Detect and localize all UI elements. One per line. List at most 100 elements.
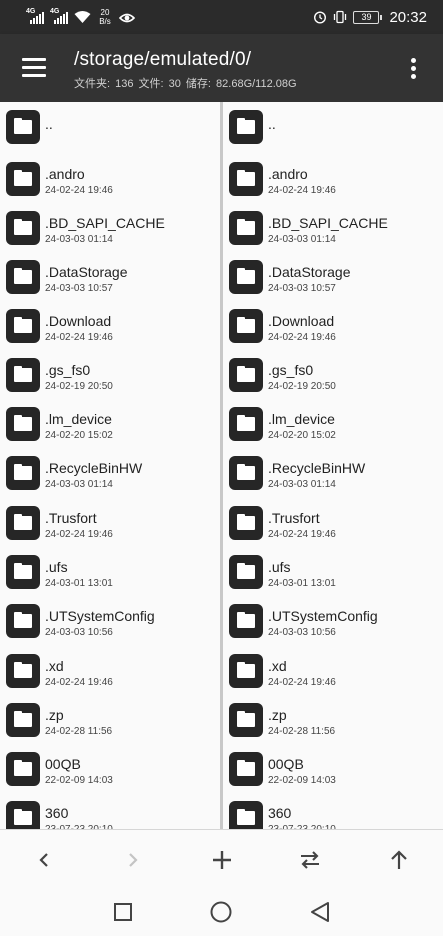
file-row[interactable]: .DataStorage 24-03-03 10:57 [0,252,220,301]
wifi-icon [74,10,91,24]
file-name: .. [45,116,53,132]
file-name: .ufs [45,559,68,575]
file-row[interactable]: .ufs 24-03-01 13:01 [223,547,443,596]
file-row[interactable]: .xd 24-02-24 19:46 [0,646,220,695]
file-name: .DataStorage [267,264,351,280]
file-name: .Trusfort [267,510,320,526]
file-row[interactable]: .zp 24-02-28 11:56 [223,695,443,744]
file-name: .Trusfort [45,510,97,526]
folder-icon [228,260,263,294]
file-row[interactable]: .RecycleBinHW 24-03-03 01:14 [0,448,220,497]
file-date: 24-02-24 19:46 [267,332,336,343]
file-date: 24-03-03 01:14 [45,479,113,490]
file-row[interactable]: .BD_SAPI_CACHE 24-03-03 01:14 [0,203,220,252]
file-row[interactable]: .gs_fs0 24-02-19 20:50 [0,350,220,399]
file-date: 24-02-20 15:02 [267,430,336,441]
file-row[interactable]: .lm_device 24-02-20 15:02 [0,399,220,448]
file-row[interactable]: .DataStorage 24-03-03 10:57 [223,252,443,301]
file-row[interactable]: .ufs 24-03-01 13:01 [0,547,220,596]
folder-icon [6,358,40,392]
bottom-toolbar [0,829,443,887]
home-button[interactable] [206,897,236,927]
current-path: /storage/emulated/0/ [74,49,252,70]
folder-icon [228,555,263,589]
file-row[interactable]: .andro 24-02-24 19:46 [0,154,220,203]
more-options-button[interactable] [405,56,423,80]
file-row[interactable]: .Trusfort 24-02-24 19:46 [0,498,220,547]
parent-folder-row[interactable]: .. [223,102,443,151]
file-date: 22-02-09 14:03 [45,775,113,786]
file-name: 360 [45,805,69,821]
file-row[interactable]: .andro 24-02-24 19:46 [223,154,443,203]
up-button[interactable] [379,840,419,880]
folder-icon [228,703,263,737]
parent-folder-row[interactable]: .. [0,102,220,151]
add-button[interactable] [202,840,242,880]
file-date: 24-02-24 19:46 [45,332,113,343]
file-name: .gs_fs0 [45,362,91,378]
folder-icon [6,456,40,490]
file-date: 22-02-09 14:03 [267,775,336,786]
file-date: 24-02-28 11:56 [45,726,113,737]
alarm-icon [313,10,327,24]
file-row[interactable]: 00QB 22-02-09 14:03 [0,744,220,793]
signal-icon: 4G [50,8,68,24]
folder-icon [6,407,40,441]
folder-icon [228,162,263,196]
back-button[interactable] [24,840,64,880]
file-row[interactable]: .UTSystemConfig 24-03-03 10:56 [0,596,220,645]
file-row[interactable]: .gs_fs0 24-02-19 20:50 [223,350,443,399]
recents-button[interactable] [108,897,138,927]
right-pane[interactable]: .. .andro 24-02-24 19:46 .BD_SAPI_CACHE 24-0… [222,102,443,829]
file-date: 24-03-03 10:56 [45,627,113,638]
file-date: 24-03-03 10:56 [267,627,336,638]
file-date: 24-02-24 19:46 [45,185,113,196]
file-row[interactable]: .Trusfort 24-02-24 19:46 [223,498,443,547]
system-nav-bar [0,887,443,936]
left-pane[interactable]: .. .andro 24-02-24 19:46 .BD_SAPI_CACHE 24-0… [0,102,220,829]
file-name: .xd [45,658,64,674]
status-bar: 4G 4G 20 B/s 39 20:32 [0,0,443,34]
file-name: .UTSystemConfig [267,608,378,624]
file-row[interactable]: .xd 24-02-24 19:46 [223,646,443,695]
file-name: .RecycleBinHW [267,460,366,476]
file-name: .zp [267,707,287,723]
system-back-button[interactable] [305,897,335,927]
file-name: .RecycleBinHW [45,460,143,476]
file-row[interactable]: .RecycleBinHW 24-03-03 01:14 [223,448,443,497]
folder-icon [6,703,40,737]
file-panes: .. .andro 24-02-24 19:46 .BD_SAPI_CACHE 24-0… [0,102,443,829]
folder-icon [6,801,40,829]
file-name: 360 [267,805,292,821]
file-row[interactable]: .Download 24-02-24 19:46 [223,301,443,350]
square-icon [114,903,132,921]
file-row[interactable]: 36023-07-23 20:10 [0,793,220,829]
file-row[interactable]: 36023-07-23 20:10 [223,793,443,829]
file-row[interactable]: 00QB 22-02-09 14:03 [223,744,443,793]
file-row[interactable]: .UTSystemConfig 24-03-03 10:56 [223,596,443,645]
status-time: 20:32 [389,8,427,26]
file-date: 24-02-24 19:46 [267,677,336,688]
file-date: 24-02-20 15:02 [45,430,113,441]
swap-panes-button[interactable] [290,840,330,880]
folder-icon [6,110,40,144]
back-icon [39,853,48,867]
battery-icon: 39 [353,10,383,24]
network-speed-value: 20 [100,8,110,17]
file-row[interactable]: .lm_device 24-02-20 15:02 [223,399,443,448]
network-speed: 20 B/s [97,8,113,26]
file-name: .BD_SAPI_CACHE [45,215,165,231]
file-name: .UTSystemConfig [45,608,155,624]
file-name: .DataStorage [45,264,128,280]
file-row[interactable]: .BD_SAPI_CACHE 24-03-03 01:14 [223,203,443,252]
file-date: 24-03-03 01:14 [267,479,336,490]
file-date: 24-03-03 01:14 [45,234,113,245]
file-row[interactable]: .Download 24-02-24 19:46 [0,301,220,350]
menu-button[interactable] [22,56,48,78]
file-row[interactable]: .zp 24-02-28 11:56 [0,695,220,744]
storage-info: 文件夹: 136 文件: 30 储存: 82.68G/112.08G [74,78,297,90]
forward-button[interactable] [113,840,153,880]
folder-icon [6,752,40,786]
file-date: 24-02-19 20:50 [267,381,336,392]
folder-icon [228,654,263,688]
